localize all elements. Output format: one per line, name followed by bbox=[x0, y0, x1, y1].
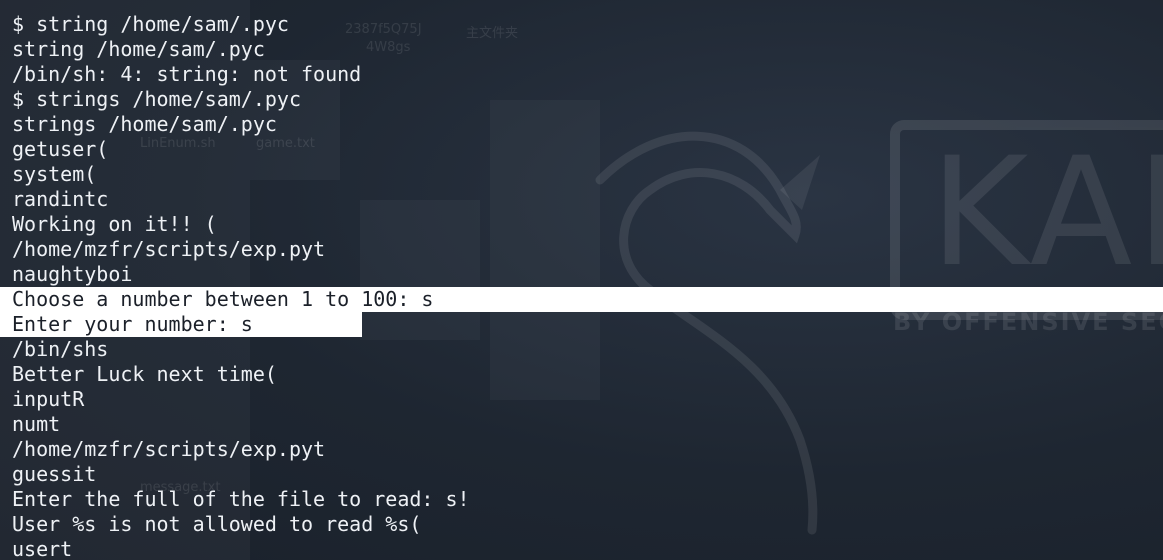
terminal-line: randintc bbox=[12, 187, 109, 211]
terminal-line: system( bbox=[12, 162, 97, 186]
terminal-line: /bin/sh: 4: string: not found bbox=[12, 62, 362, 86]
terminal-line: guessit bbox=[12, 462, 97, 486]
terminal-line: getuser( bbox=[12, 137, 109, 161]
terminal-line: User %s is not allowed to read %s( bbox=[12, 512, 422, 536]
terminal-line: /home/mzfr/scripts/exp.pyt bbox=[12, 437, 326, 461]
terminal-line: inputR bbox=[12, 387, 85, 411]
terminal-output[interactable]: $ string /home/sam/.pyc string /home/sam… bbox=[0, 12, 1163, 560]
terminal-line: usert bbox=[12, 537, 73, 560]
terminal-line: /home/mzfr/scripts/exp.pyt bbox=[12, 237, 326, 261]
terminal-line: $ string /home/sam/.pyc bbox=[12, 12, 289, 36]
selected-terminal-line-partial: Enter your number: s bbox=[0, 312, 1163, 337]
selection-highlight: Enter your number: s bbox=[0, 312, 362, 337]
terminal-line: /bin/shs bbox=[12, 337, 109, 361]
terminal-line: strings /home/sam/.pyc bbox=[12, 112, 277, 136]
terminal-line: $ strings /home/sam/.pyc bbox=[12, 87, 301, 111]
terminal-line: Better Luck next time( bbox=[12, 362, 277, 386]
terminal-line: naughtyboi bbox=[12, 262, 133, 286]
terminal-line: Working on it!! ( bbox=[12, 212, 217, 236]
terminal-line: numt bbox=[12, 412, 61, 436]
selected-terminal-line: Choose a number between 1 to 100: s bbox=[0, 287, 1163, 312]
terminal-window[interactable]: 2387f5Q75J 主文件夹 4W8gs LinEnum.sh game.tx… bbox=[0, 0, 1163, 560]
terminal-line: Enter the full of the file to read: s! bbox=[12, 487, 470, 511]
terminal-line: string /home/sam/.pyc bbox=[12, 37, 265, 61]
